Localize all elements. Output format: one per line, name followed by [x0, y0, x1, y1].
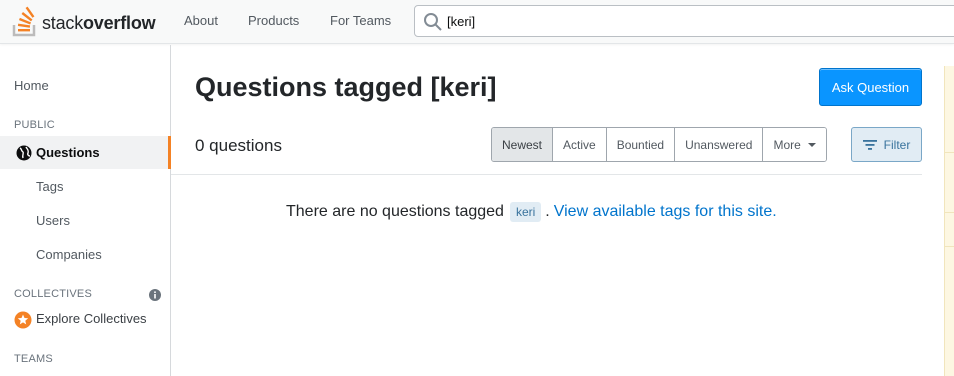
empty-state-message: There are no questions tagged keri . Vie… [286, 202, 777, 222]
empty-state-text: There are no questions tagged [286, 203, 504, 220]
filter-more-label: More [773, 137, 801, 152]
filter-unanswered[interactable]: Unanswered [675, 128, 764, 161]
nav-about[interactable]: About [184, 13, 218, 28]
search-box[interactable] [414, 5, 954, 37]
sidebar-item-label: Questions [36, 145, 100, 160]
sidebar-heading-teams: TEAMS [14, 353, 53, 365]
filter-button-label: Filter [883, 137, 911, 152]
filter-bountied[interactable]: Bountied [606, 128, 676, 161]
sidebar-item-questions[interactable]: Questions [0, 136, 171, 169]
left-sidebar: Home PUBLIC Questions Tags Users Compani… [0, 45, 171, 376]
sidebar-item-home[interactable]: Home [14, 78, 49, 93]
search-input[interactable] [447, 9, 847, 33]
nav-products[interactable]: Products [248, 13, 299, 28]
period: . [545, 203, 550, 220]
sidebar-item-users[interactable]: Users [36, 213, 70, 228]
divider [171, 174, 922, 175]
top-bar: stackoverflow About Products For Teams [0, 0, 954, 44]
collectives-star-icon [14, 311, 32, 329]
filter-newest[interactable]: Newest [492, 128, 554, 161]
ask-question-button[interactable]: Ask Question [819, 68, 922, 106]
sort-filter-group: Newest Active Bountied Unanswered More [491, 127, 827, 162]
search-icon [424, 13, 442, 31]
sidebar-heading-collectives: COLLECTIVES [14, 288, 93, 300]
page-title: Questions tagged [keri] [195, 72, 497, 102]
caret-down-icon [807, 142, 816, 147]
question-count: 0 questions [195, 136, 282, 155]
filter-active[interactable]: Active [553, 128, 607, 161]
nav-for-teams[interactable]: For Teams [330, 13, 391, 28]
info-icon[interactable] [149, 289, 161, 301]
divider [945, 246, 954, 247]
stack-logo-icon [12, 6, 36, 37]
right-sidebar-edge [944, 66, 954, 376]
sidebar-item-tags[interactable]: Tags [36, 179, 63, 194]
stackoverflow-logo[interactable]: stackoverflow [12, 5, 162, 37]
filter-button[interactable]: Filter [851, 127, 922, 162]
divider [945, 152, 954, 153]
divider [945, 212, 954, 213]
sidebar-item-companies[interactable]: Companies [36, 247, 102, 262]
sidebar-item-explore-collectives[interactable]: Explore Collectives [36, 311, 147, 326]
view-tags-link[interactable]: View available tags for this site. [554, 203, 777, 221]
filter-lines-icon [862, 139, 877, 150]
sidebar-heading-public: PUBLIC [14, 119, 55, 131]
globe-icon [16, 145, 32, 161]
logo-wordmark: stackoverflow [42, 13, 156, 33]
tag-keri[interactable]: keri [509, 202, 542, 222]
filter-more-dropdown[interactable]: More [763, 128, 826, 161]
